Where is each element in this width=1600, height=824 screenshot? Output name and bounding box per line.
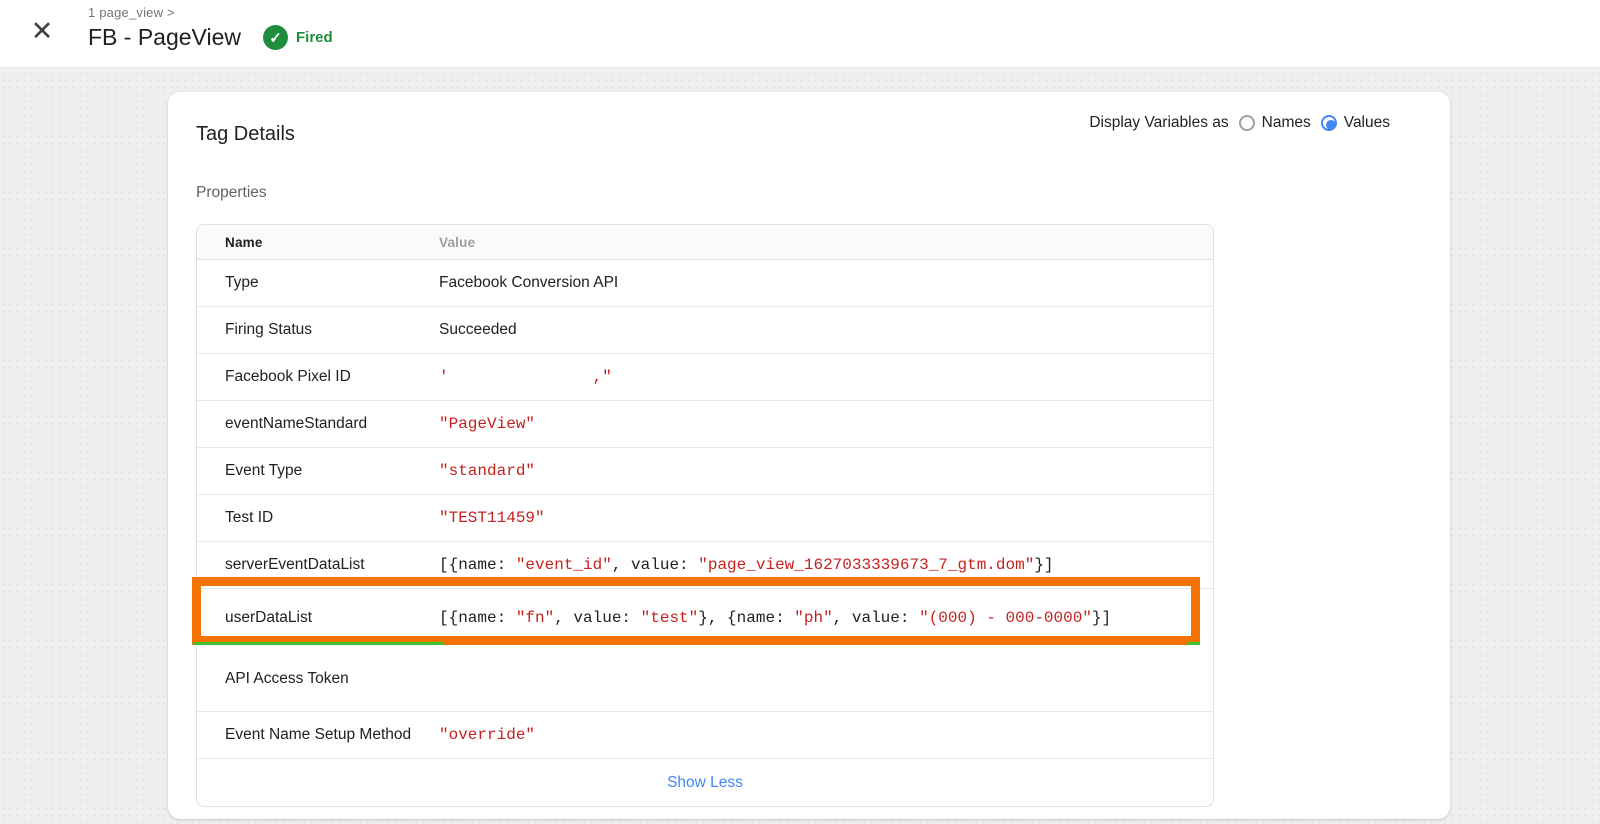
property-value: Succeeded — [439, 321, 517, 338]
property-value: "TEST11459" — [439, 509, 545, 527]
table-row: Firing Status Succeeded — [197, 307, 1213, 354]
column-header-value: Value — [439, 234, 476, 250]
property-value: ' ," — [439, 368, 612, 386]
radio-values[interactable]: Values — [1320, 114, 1390, 132]
property-name: serverEventDataList — [225, 556, 365, 573]
property-name: Type — [225, 274, 259, 291]
close-icon: ✕ — [30, 16, 54, 46]
tag-details-card: Tag Details Display Variables as Names V… — [168, 92, 1450, 819]
table-row: eventNameStandard "PageView" — [197, 401, 1213, 448]
table-row: API Access Token — [197, 647, 1213, 712]
property-name: API Access Token — [225, 670, 349, 687]
property-value: "PageView" — [439, 415, 536, 433]
property-name: Facebook Pixel ID — [225, 368, 351, 385]
column-header-name: Name — [225, 234, 263, 250]
table-row: Event Name Setup Method "override" — [197, 712, 1213, 759]
page-title: FB - PageView — [88, 24, 241, 50]
property-name: Event Name Setup Method — [225, 726, 412, 743]
property-name: Firing Status — [225, 321, 313, 338]
table-row: userDataList [{name: "fn", value: "test"}… — [197, 589, 1213, 647]
table-header-row: Name Value — [197, 225, 1213, 260]
panel-header: ✕ 1 page_view > FB - PageView ✓ Fired — [0, 0, 1600, 68]
section-title: Properties — [196, 184, 267, 201]
property-name: Event Type — [225, 462, 303, 479]
radio-label: Values — [1343, 114, 1390, 131]
radio-names[interactable]: Names — [1238, 114, 1311, 132]
close-button[interactable]: ✕ — [24, 13, 60, 49]
property-name: userDataList — [225, 609, 313, 626]
table-body: Type Facebook Conversion API Firing Status… — [197, 260, 1213, 759]
display-variables-label: Display Variables as — [1089, 114, 1229, 131]
status-badge: ✓ Fired — [262, 25, 333, 50]
display-variables-toggle: Display Variables as Names Values — [1089, 114, 1390, 132]
card-title: Tag Details — [196, 123, 295, 145]
property-value: "override" — [439, 726, 536, 744]
radio-icon — [1320, 115, 1337, 131]
property-value: "standard" — [439, 462, 536, 480]
property-value: [{name: "fn", value: "test"}, {name: "ph… — [439, 609, 1112, 627]
property-name: eventNameStandard — [225, 415, 368, 432]
table-footer: Show Less — [197, 759, 1213, 806]
radio-icon — [1238, 115, 1255, 131]
property-name: Test ID — [225, 509, 274, 526]
table-row: Event Type "standard" — [197, 448, 1213, 495]
breadcrumb[interactable]: 1 page_view > — [88, 5, 175, 20]
table-row: Facebook Pixel ID ' ," — [197, 354, 1213, 401]
table-row: serverEventDataList [{name: "event_id", v… — [197, 542, 1213, 589]
radio-label: Names — [1261, 114, 1311, 131]
properties-table: Name Value Type Facebook Conversion API Fi… — [192, 224, 1214, 807]
table-row: Type Facebook Conversion API — [197, 260, 1213, 307]
table-row: Test ID "TEST11459" — [197, 495, 1213, 542]
status-label: Fired — [295, 29, 333, 46]
property-value: [{name: "event_id", value: "page_view_16… — [439, 556, 1054, 574]
show-less-link[interactable]: Show Less — [667, 774, 743, 792]
check-icon: ✓ — [262, 25, 288, 50]
property-value: Facebook Conversion API — [439, 274, 619, 291]
